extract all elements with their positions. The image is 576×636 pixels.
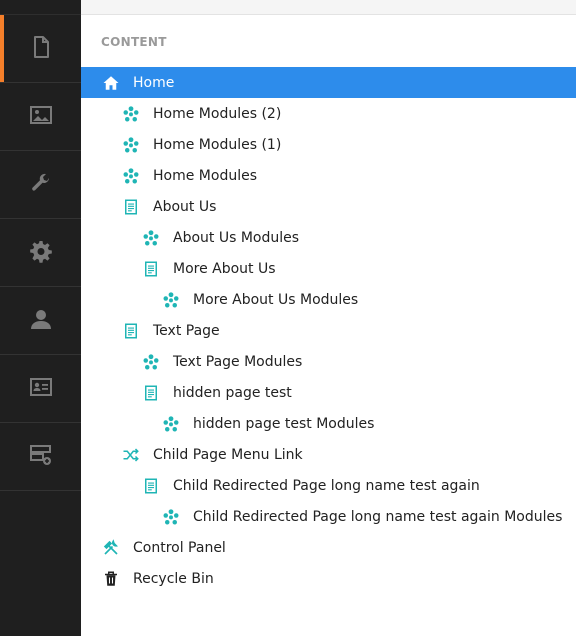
page-icon <box>121 321 141 341</box>
tree-node[interactable]: More About Us <box>81 253 576 284</box>
sidebar-item-server-add[interactable] <box>0 423 81 491</box>
user-icon <box>29 307 53 335</box>
tree-node[interactable]: Home <box>81 67 576 98</box>
sidebar-item-user[interactable] <box>0 287 81 355</box>
modules-icon <box>161 414 181 434</box>
tree-node[interactable]: hidden page test <box>81 377 576 408</box>
tree-node-label: hidden page test <box>173 384 292 401</box>
page-icon <box>141 383 161 403</box>
tree-node[interactable]: Home Modules (1) <box>81 129 576 160</box>
tree-node-label: Text Page <box>153 322 220 339</box>
sidebar-top <box>0 0 81 15</box>
trash-icon <box>101 569 121 589</box>
modules-icon <box>161 290 181 310</box>
image-icon <box>29 103 53 131</box>
tree-node-label: Home Modules <box>153 167 257 184</box>
tree-node[interactable]: hidden page test Modules <box>81 408 576 439</box>
modules-icon <box>121 104 141 124</box>
tree-node-label: Home <box>133 74 175 91</box>
tree-node-label: Recycle Bin <box>133 570 214 587</box>
document-icon <box>29 35 53 63</box>
redirect-icon <box>121 445 141 465</box>
tree-node[interactable]: More About Us Modules <box>81 284 576 315</box>
sidebar-item-contact-card[interactable] <box>0 355 81 423</box>
modules-icon <box>121 135 141 155</box>
tree-node[interactable]: Child Redirected Page long name test aga… <box>81 501 576 532</box>
tree-node-label: Control Panel <box>133 539 226 556</box>
tree-node-label: More About Us <box>173 260 276 277</box>
contact-card-icon <box>29 375 53 403</box>
wrench-icon <box>29 171 53 199</box>
server-add-icon <box>29 443 53 471</box>
tree-node-label: Home Modules (1) <box>153 136 282 153</box>
section-sidebar <box>0 0 81 636</box>
tree-node-label: About Us <box>153 198 217 215</box>
page-icon <box>121 197 141 217</box>
tree-node[interactable]: Home Modules <box>81 160 576 191</box>
tree-node[interactable]: Text Page <box>81 315 576 346</box>
tree-node[interactable]: About Us Modules <box>81 222 576 253</box>
tree-node[interactable]: Control Panel <box>81 532 576 563</box>
content-tree: Home Home Modules (2) Home Modules (1) Home… <box>81 67 576 594</box>
content-section-header: CONTENT <box>101 35 167 49</box>
tree-node[interactable]: About Us <box>81 191 576 222</box>
page-icon <box>141 259 161 279</box>
tree-node-label: About Us Modules <box>173 229 300 246</box>
modules-icon <box>141 352 161 372</box>
home-icon <box>101 73 121 93</box>
modules-icon <box>141 228 161 248</box>
tree-node-label: hidden page test Modules <box>193 415 375 432</box>
sidebar-item-gear[interactable] <box>0 219 81 287</box>
tree-node-label: Child Redirected Page long name test aga… <box>193 508 563 525</box>
tree-node[interactable]: Home Modules (2) <box>81 98 576 129</box>
sidebar-item-image[interactable] <box>0 83 81 151</box>
tree-node-label: Child Redirected Page long name test aga… <box>173 477 480 494</box>
tree-node[interactable]: Child Redirected Page long name test aga… <box>81 470 576 501</box>
page-icon <box>141 476 161 496</box>
tree-node-label: Text Page Modules <box>173 353 303 370</box>
gear-icon <box>29 239 53 267</box>
modules-icon <box>121 166 141 186</box>
sidebar-item-document[interactable] <box>0 15 81 83</box>
sidebar-item-wrench[interactable] <box>0 151 81 219</box>
modules-icon <box>161 507 181 527</box>
tree-node-label: Child Page Menu Link <box>153 446 303 463</box>
top-bar <box>81 0 576 15</box>
tree-node[interactable]: Text Page Modules <box>81 346 576 377</box>
tree-node-label: Home Modules (2) <box>153 105 282 122</box>
tree-node[interactable]: Child Page Menu Link <box>81 439 576 470</box>
tree-node-label: More About Us Modules <box>193 291 359 308</box>
tree-node[interactable]: Recycle Bin <box>81 563 576 594</box>
tools-icon <box>101 538 121 558</box>
